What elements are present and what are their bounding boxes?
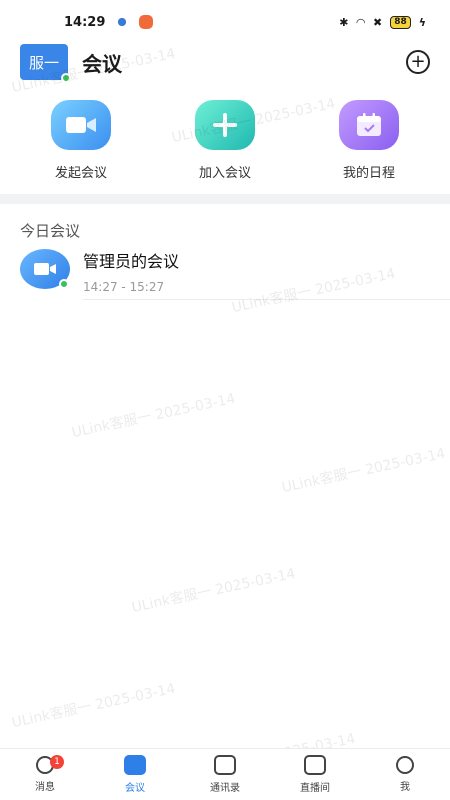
video-camera-icon bbox=[51, 100, 111, 150]
plus-circle-icon: + bbox=[410, 51, 426, 72]
status-bar: 14:29 ✱ ◠ ✖ 88 ϟ bbox=[0, 0, 450, 44]
add-button[interactable]: + bbox=[406, 50, 430, 74]
status-time: 14:29 bbox=[64, 14, 106, 30]
my-schedule-label: 我的日程 bbox=[342, 166, 395, 181]
charging-icon: ϟ bbox=[418, 15, 426, 29]
quick-actions: 发起会议 加入会议 我的日程 bbox=[0, 100, 450, 190]
meeting-title: 管理员的会议 bbox=[83, 252, 180, 271]
tab-me[interactable]: 我 bbox=[360, 749, 450, 800]
tab-live-room[interactable]: 直播间 bbox=[270, 749, 360, 800]
calendar-icon bbox=[339, 100, 399, 150]
bluetooth-icon: ✱ bbox=[339, 15, 349, 29]
tab-label: 会议 bbox=[125, 783, 145, 794]
watermark: ULink客服一 2025-03-14 bbox=[280, 445, 447, 497]
join-meeting-label: 加入会议 bbox=[198, 166, 251, 181]
plus-icon bbox=[195, 100, 255, 150]
contacts-icon bbox=[214, 755, 236, 775]
online-status-icon bbox=[61, 73, 71, 83]
baidu-paw-icon bbox=[115, 15, 130, 29]
section-divider bbox=[0, 194, 450, 204]
avatar[interactable]: 服一 bbox=[20, 44, 71, 83]
tab-label: 通讯录 bbox=[210, 783, 240, 794]
wifi-icon: ◠ bbox=[356, 15, 365, 29]
meeting-icon bbox=[124, 755, 146, 775]
join-meeting-button[interactable]: 加入会议 bbox=[170, 100, 280, 190]
watermark: ULink客服一 2025-03-14 bbox=[70, 390, 237, 442]
tab-label: 我 bbox=[400, 782, 410, 793]
tab-label: 消息 bbox=[35, 782, 55, 793]
sim-off-icon: ✖ bbox=[372, 15, 383, 29]
meeting-list-item[interactable]: 管理员的会议 14:27 - 15:27 bbox=[20, 246, 450, 300]
meeting-time: 14:27 - 15:27 bbox=[83, 280, 165, 294]
tab-contacts[interactable]: 通讯录 bbox=[180, 749, 270, 800]
tab-meetings[interactable]: 会议 bbox=[90, 749, 180, 800]
tab-messages[interactable]: 1 消息 bbox=[0, 749, 90, 800]
section-title-today: 今日会议 bbox=[20, 222, 81, 240]
tv-icon bbox=[304, 755, 326, 775]
meeting-active-dot bbox=[59, 279, 69, 289]
watermark: ULink客服一 2025-03-14 bbox=[10, 680, 177, 732]
my-schedule-button[interactable]: 我的日程 bbox=[314, 100, 424, 190]
tab-bar: 1 消息 会议 通讯录 直播间 我 bbox=[0, 748, 450, 800]
start-meeting-label: 发起会议 bbox=[54, 166, 107, 181]
battery-level: 88 bbox=[390, 15, 411, 29]
header: 服一 会议 + bbox=[0, 40, 450, 84]
person-icon bbox=[396, 756, 414, 774]
meeting-video-icon bbox=[20, 249, 70, 289]
unread-badge: 1 bbox=[50, 755, 64, 769]
start-meeting-button[interactable]: 发起会议 bbox=[26, 100, 136, 190]
page-title: 会议 bbox=[82, 51, 122, 76]
avatar-text: 服一 bbox=[28, 53, 59, 72]
tab-label: 直播间 bbox=[300, 783, 330, 794]
watermark: ULink客服一 2025-03-14 bbox=[130, 565, 297, 617]
app-notification-icon bbox=[139, 15, 154, 29]
